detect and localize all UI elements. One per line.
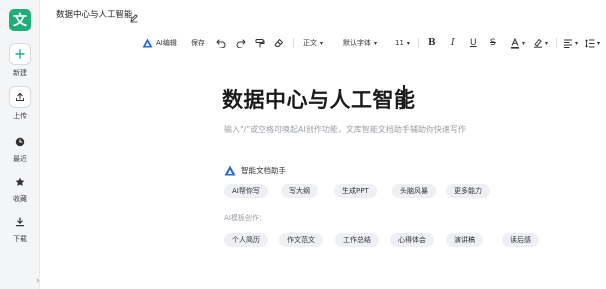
undo-icon[interactable] bbox=[216, 35, 226, 51]
download-icon bbox=[9, 213, 31, 231]
plus-icon bbox=[9, 43, 31, 65]
save-label: 保存 bbox=[191, 39, 205, 47]
placeholder-hint: 输入"/"或空格可唤起AI创作功能，文库智能文档助手辅助你快速写作 bbox=[224, 125, 466, 134]
sidebar-item-recent[interactable]: 最近 bbox=[0, 133, 40, 164]
chip-ai-write[interactable]: AI帮你写 bbox=[224, 184, 268, 198]
sidebar: 文 新建 上传 最近 收藏 下载 › bbox=[0, 0, 40, 289]
font-size-value: 11 bbox=[395, 39, 404, 47]
chevron-down-icon: ▾ bbox=[374, 39, 378, 47]
clock-icon bbox=[9, 133, 31, 151]
chevron-down-icon: ▾ bbox=[597, 39, 601, 47]
toolbar-divider bbox=[556, 38, 557, 48]
chevron-down-icon: ▾ bbox=[575, 39, 579, 47]
chip-more[interactable]: 更多能力 bbox=[446, 184, 490, 198]
ai-edit-label: AI编辑 bbox=[156, 39, 177, 47]
eraser-icon[interactable] bbox=[274, 35, 284, 51]
font-family-select[interactable]: 默认字体 ▾ bbox=[343, 35, 377, 51]
chip-template-essay[interactable]: 作文范文 bbox=[279, 233, 323, 247]
chip-template-resume[interactable]: 个人简历 bbox=[224, 233, 268, 247]
sidebar-item-upload[interactable]: 上传 bbox=[0, 86, 40, 121]
chip-template-reflection[interactable]: 心得体会 bbox=[390, 233, 434, 247]
underline-icon[interactable]: U bbox=[470, 35, 477, 51]
chevron-down-icon: ▾ bbox=[522, 39, 526, 47]
toolbar-divider bbox=[293, 38, 294, 48]
text-cursor bbox=[403, 85, 405, 109]
chip-template-summary[interactable]: 工作总结 bbox=[335, 233, 379, 247]
templates-label: AI模板创作： bbox=[224, 214, 266, 222]
toolbar-divider bbox=[418, 38, 419, 48]
paragraph-style-select[interactable]: 正文 ▾ bbox=[303, 35, 323, 51]
pencil-icon[interactable] bbox=[129, 8, 139, 23]
chip-outline[interactable]: 写大纲 bbox=[281, 184, 318, 198]
italic-icon[interactable]: I bbox=[451, 35, 455, 51]
text-color-icon[interactable]: ▾ bbox=[510, 35, 525, 51]
line-spacing-icon[interactable]: ▾ bbox=[585, 35, 600, 51]
chip-template-speech[interactable]: 演讲稿 bbox=[446, 233, 483, 247]
redo-icon[interactable] bbox=[236, 35, 246, 51]
formatting-toolbar: AI编辑 保存 正文 ▾ 默认字体 ▾ 11 ▾ B I U S ▾ ▾ ▾ ▾ bbox=[140, 35, 606, 51]
sidebar-item-label: 最近 bbox=[13, 155, 27, 163]
star-icon bbox=[9, 173, 31, 191]
sidebar-item-label: 新建 bbox=[13, 69, 27, 77]
format-painter-icon[interactable] bbox=[255, 35, 265, 51]
ai-logo-icon bbox=[142, 38, 153, 48]
sidebar-item-label: 收藏 bbox=[13, 195, 27, 203]
sidebar-item-download[interactable]: 下载 bbox=[0, 213, 40, 244]
strikethrough-icon[interactable]: S bbox=[490, 35, 496, 51]
chevron-down-icon: ▾ bbox=[320, 39, 324, 47]
chip-brainstorm[interactable]: 头脑风暴 bbox=[392, 184, 436, 198]
chevron-down-icon: ▾ bbox=[406, 39, 410, 47]
save-button[interactable]: 保存 bbox=[191, 35, 205, 51]
ai-edit-button[interactable]: AI编辑 bbox=[142, 35, 177, 51]
chip-template-review[interactable]: 读后感 bbox=[502, 233, 539, 247]
align-left-icon[interactable]: ▾ bbox=[563, 35, 578, 51]
sidebar-item-label: 下载 bbox=[13, 235, 27, 243]
sidebar-item-favorites[interactable]: 收藏 bbox=[0, 173, 40, 204]
chip-generate-ppt[interactable]: 生成PPT bbox=[334, 184, 377, 198]
highlight-icon[interactable]: ▾ bbox=[533, 35, 548, 51]
app-logo[interactable]: 文 bbox=[9, 9, 31, 31]
font-size-select[interactable]: 11 ▾ bbox=[395, 35, 410, 51]
font-family-value: 默认字体 bbox=[343, 39, 371, 47]
chevron-down-icon: ▾ bbox=[545, 39, 549, 47]
upload-icon bbox=[9, 86, 31, 108]
assistant-label: 智能文档助手 bbox=[241, 166, 286, 175]
sidebar-item-new[interactable]: 新建 bbox=[0, 43, 40, 78]
paragraph-style-value: 正文 bbox=[303, 39, 317, 47]
chevron-right-icon[interactable]: › bbox=[36, 276, 40, 286]
ai-logo-icon bbox=[224, 165, 236, 176]
bold-icon[interactable]: B bbox=[428, 35, 436, 51]
sidebar-item-label: 上传 bbox=[13, 112, 27, 120]
doc-title[interactable]: 数据中心与人工智能 bbox=[56, 8, 133, 20]
assistant-header: 智能文档助手 bbox=[224, 165, 286, 176]
document-heading[interactable]: 数据中心与人工智能 bbox=[222, 84, 416, 114]
